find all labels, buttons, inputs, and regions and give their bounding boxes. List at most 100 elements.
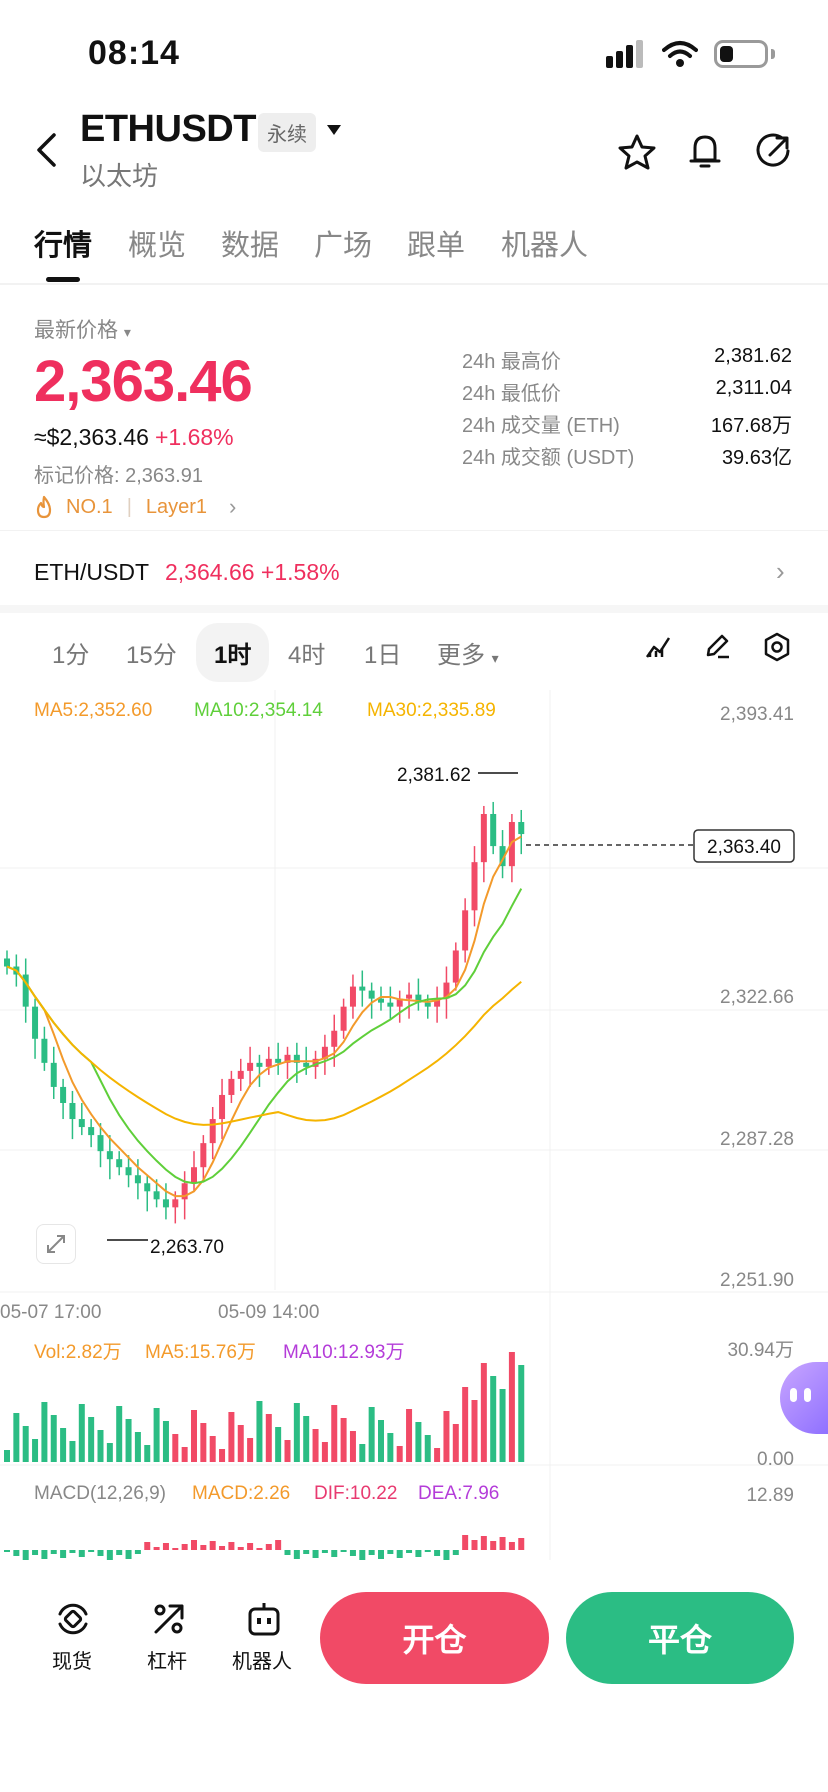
rank-row[interactable]: NO.1 | Layer1 › bbox=[34, 494, 236, 520]
macd-bar bbox=[256, 1548, 263, 1550]
bell-icon[interactable] bbox=[688, 132, 722, 170]
symbol-subtitle: 以太坊 bbox=[80, 161, 159, 191]
tab-market[interactable]: 行情 bbox=[34, 222, 92, 264]
volume-bar bbox=[424, 1435, 431, 1462]
mark-price-label: 标记价格: bbox=[34, 465, 120, 487]
price-chart[interactable]: 2,381.62 2,263.70 2,363.40 2,393.41 2,32… bbox=[0, 690, 828, 1570]
macd-bar bbox=[312, 1550, 319, 1558]
back-icon[interactable] bbox=[34, 132, 58, 168]
volume-bar bbox=[106, 1443, 113, 1462]
tab-bots[interactable]: 机器人 bbox=[501, 222, 588, 264]
spot-pair-row[interactable]: ETH/USDT 2,364.66 +1.58% bbox=[34, 559, 340, 586]
price-divider bbox=[0, 530, 828, 531]
macd-bar bbox=[200, 1545, 207, 1550]
interval-more[interactable]: 更多 ▾ bbox=[437, 635, 499, 670]
macd-value: MACD:2.26 bbox=[192, 1483, 291, 1504]
volume-bar bbox=[434, 1448, 441, 1462]
candle-body bbox=[50, 1062, 57, 1087]
volume-bar bbox=[518, 1365, 525, 1462]
macd-bar bbox=[106, 1550, 113, 1560]
macd-bar bbox=[162, 1543, 169, 1550]
macd-bar bbox=[424, 1550, 431, 1552]
interval-1d[interactable]: 1日 bbox=[364, 635, 401, 670]
macd-bar bbox=[359, 1550, 366, 1560]
tab-overview[interactable]: 概览 bbox=[128, 222, 186, 264]
macd-bar bbox=[125, 1550, 132, 1559]
last-price-label[interactable]: 最新价格 ▾ bbox=[34, 314, 131, 344]
tab-copy-trading[interactable]: 跟单 bbox=[407, 222, 465, 264]
nav-robot-label[interactable]: 机器人 bbox=[232, 1645, 292, 1674]
volume-bar bbox=[228, 1412, 235, 1462]
macd-bar bbox=[443, 1550, 450, 1560]
chevron-right-icon[interactable]: › bbox=[776, 556, 785, 587]
robot-icon[interactable] bbox=[245, 1600, 283, 1638]
interval-15m[interactable]: 15分 bbox=[126, 635, 177, 670]
settings-icon[interactable] bbox=[762, 632, 792, 662]
macd-bar bbox=[284, 1550, 291, 1555]
volume-bar bbox=[378, 1420, 384, 1462]
high-price-label: 2,381.62 bbox=[397, 765, 471, 786]
open-position-button[interactable]: 开仓 bbox=[320, 1592, 549, 1684]
candle-body bbox=[144, 1183, 151, 1192]
interval-1m[interactable]: 1分 bbox=[52, 635, 89, 670]
stat-turnover-value: 39.63亿 bbox=[721, 447, 792, 469]
margin-icon[interactable] bbox=[150, 1600, 188, 1638]
candle-body bbox=[256, 1062, 263, 1067]
spot-pair-name: ETH/USDT bbox=[34, 559, 149, 585]
ma5-line bbox=[6, 835, 522, 1198]
macd-bar bbox=[50, 1550, 57, 1554]
macd-bar bbox=[78, 1550, 85, 1557]
current-price-value: 2,363.40 bbox=[707, 837, 781, 858]
macd-bar bbox=[69, 1550, 76, 1553]
candle-body bbox=[219, 1094, 226, 1120]
indicator-icon[interactable] bbox=[644, 632, 672, 660]
nav-spot-label[interactable]: 现货 bbox=[52, 1645, 92, 1674]
volume-bar bbox=[134, 1432, 141, 1462]
candle-body bbox=[200, 1143, 207, 1168]
price-change: +1.68% bbox=[154, 424, 234, 450]
interval-4h[interactable]: 4时 bbox=[288, 635, 325, 670]
candle-body bbox=[340, 1006, 347, 1031]
symbol-title[interactable]: ETHUSDT bbox=[80, 108, 256, 151]
nav-margin-label[interactable]: 杠杆 bbox=[147, 1645, 187, 1674]
macd-max: 12.89 bbox=[746, 1485, 794, 1506]
tabs-divider bbox=[0, 283, 828, 285]
candle-body bbox=[406, 994, 413, 999]
candle-body bbox=[237, 1070, 244, 1079]
tab-square[interactable]: 广场 bbox=[314, 222, 372, 264]
volume-bar bbox=[303, 1416, 310, 1462]
ma10-legend: MA10:2,354.14 bbox=[194, 700, 323, 721]
macd-bar bbox=[434, 1550, 441, 1556]
volume-bar bbox=[359, 1444, 366, 1462]
star-icon[interactable] bbox=[618, 134, 656, 170]
close-position-button[interactable]: 平仓 bbox=[566, 1592, 794, 1684]
fullscreen-button[interactable] bbox=[36, 1224, 76, 1264]
volume-bar bbox=[13, 1413, 20, 1462]
candle-body bbox=[69, 1102, 76, 1120]
volume-bar bbox=[153, 1408, 160, 1462]
share-icon[interactable] bbox=[756, 133, 792, 169]
macd-title: MACD(12,26,9) bbox=[34, 1483, 166, 1504]
volume-max: 30.94万 bbox=[727, 1340, 794, 1361]
symbol-dropdown-icon[interactable] bbox=[326, 124, 342, 136]
section-divider bbox=[0, 605, 828, 613]
spot-icon[interactable] bbox=[54, 1600, 92, 1638]
draw-pen-icon[interactable] bbox=[703, 632, 731, 660]
volume-bar bbox=[78, 1404, 85, 1462]
volume-bar bbox=[284, 1440, 291, 1462]
volume-bar bbox=[200, 1423, 207, 1462]
volume-bar bbox=[172, 1434, 179, 1462]
macd-bar bbox=[134, 1550, 141, 1554]
macd-bar bbox=[387, 1550, 394, 1554]
candle-body bbox=[452, 950, 459, 983]
macd-bar bbox=[303, 1550, 310, 1554]
fire-icon bbox=[36, 495, 52, 519]
candle-body bbox=[490, 813, 497, 847]
ma10-line bbox=[6, 888, 523, 1185]
tab-data[interactable]: 数据 bbox=[221, 222, 279, 264]
wifi-icon bbox=[662, 41, 698, 67]
candle-body bbox=[471, 862, 478, 911]
chart-grid bbox=[0, 690, 828, 1560]
interval-1h[interactable]: 1时 bbox=[196, 623, 270, 682]
stat-volume-value: 167.68万 bbox=[710, 415, 792, 437]
